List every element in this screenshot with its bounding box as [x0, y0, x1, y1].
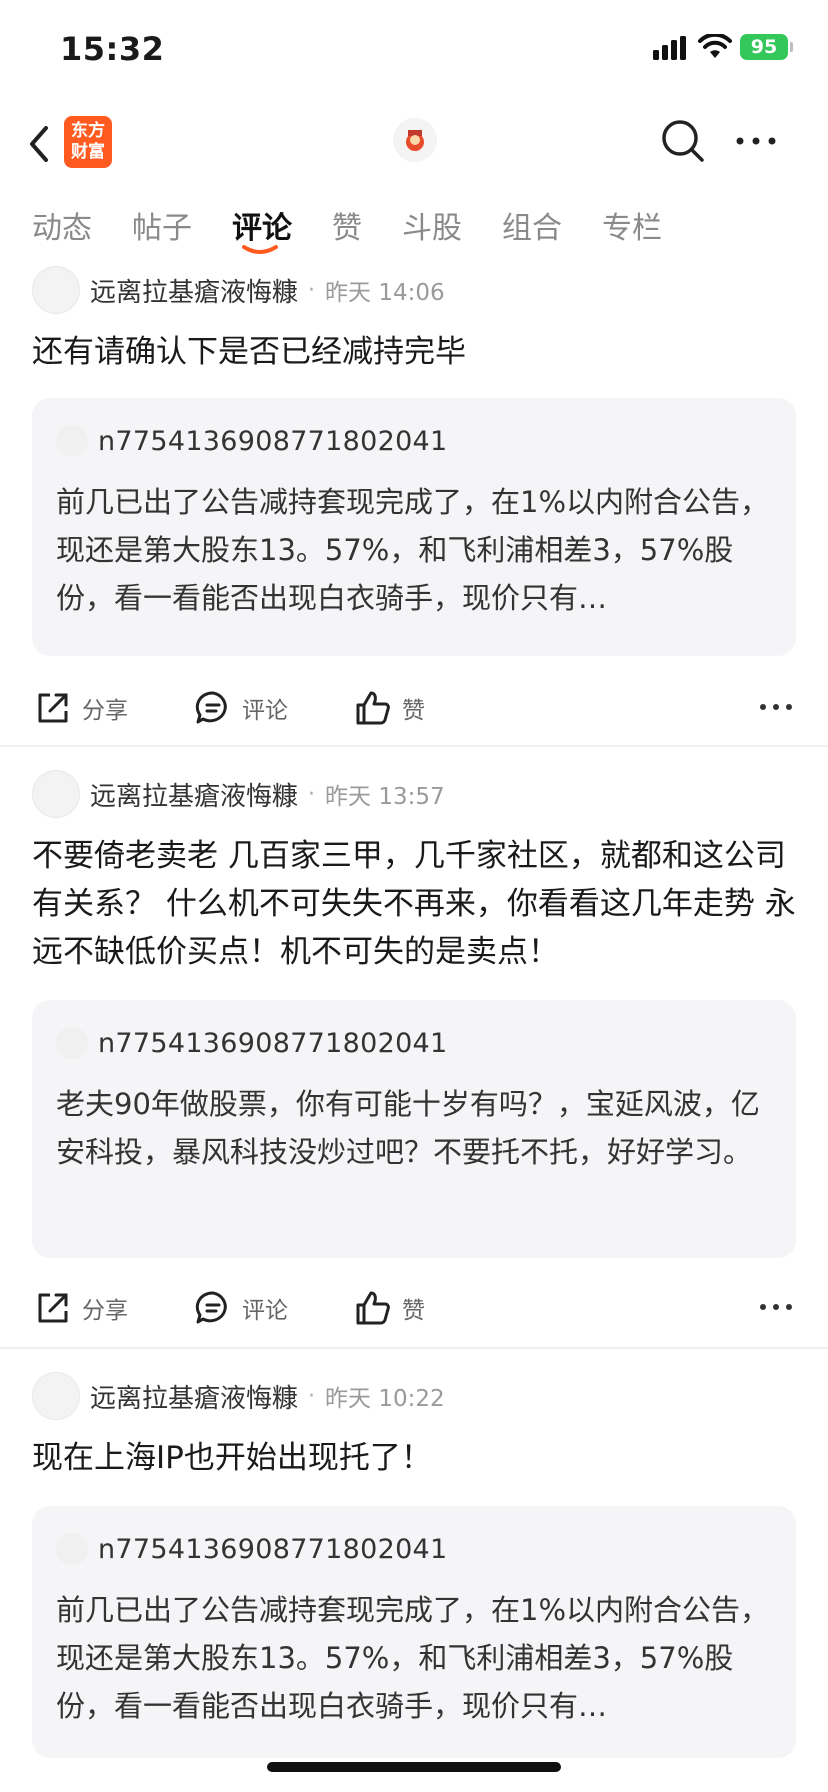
- quoted-username[interactable]: n7754136908771802041: [98, 1028, 448, 1059]
- quoted-username[interactable]: n7754136908771802041: [98, 1534, 448, 1565]
- comment-icon: [195, 691, 227, 724]
- tab-comments[interactable]: 评论: [232, 203, 292, 247]
- more-icon[interactable]: [733, 128, 779, 154]
- post-time: 昨天 10:22: [325, 1386, 445, 1412]
- comment-card: 远离拉基瘡液悔糠 · 昨天 10:22 现在上海IP也开始出现托了！ n7754…: [0, 1372, 828, 1772]
- logo-text-top: 东方: [71, 121, 105, 141]
- thumbs-up-icon: [356, 691, 390, 725]
- author-row: 远离拉基瘡液悔糠 · 昨天 10:22: [32, 1372, 792, 1420]
- quoted-avatar: [56, 1027, 88, 1059]
- nav-bar: 东方 财富: [0, 110, 828, 180]
- divider: [0, 745, 828, 747]
- comment-card: 远离拉基瘡液悔糠 · 昨天 13:57 不要倚老卖老 几百家三甲，几千家社区，就…: [0, 770, 828, 1340]
- quoted-post[interactable]: n7754136908771802041 前几已出了公告减持套现完成了，在1%以…: [32, 1506, 796, 1758]
- tab-portfolio[interactable]: 组合: [502, 203, 562, 247]
- app-logo[interactable]: 东方 财富: [64, 116, 112, 168]
- signal-icon: [653, 36, 686, 60]
- quoted-user: n7754136908771802041: [56, 1022, 448, 1064]
- profile-avatar[interactable]: [393, 118, 437, 162]
- author-row: 远离拉基瘡液悔糠 · 昨天 13:57: [32, 770, 792, 818]
- back-arrow-icon[interactable]: [24, 122, 54, 166]
- avatar[interactable]: [32, 266, 80, 314]
- author-name[interactable]: 远离拉基瘡液悔糠: [90, 776, 298, 813]
- more-options-icon[interactable]: [758, 1300, 794, 1314]
- quoted-user: n7754136908771802041: [56, 1528, 448, 1570]
- comment-text[interactable]: 现在上海IP也开始出现托了！: [32, 1434, 802, 1482]
- quoted-avatar: [56, 1533, 88, 1565]
- comment-text[interactable]: 还有请确认下是否已经减持完毕: [32, 328, 802, 376]
- share-button[interactable]: 分享: [34, 688, 128, 728]
- search-icon[interactable]: [660, 118, 706, 164]
- divider: [0, 1347, 828, 1349]
- post-time: 昨天 13:57: [325, 784, 445, 810]
- quoted-avatar: [56, 425, 88, 457]
- share-icon: [38, 1293, 68, 1323]
- comment-button[interactable]: 评论: [194, 688, 288, 728]
- comment-button[interactable]: 评论: [194, 1288, 288, 1328]
- tab-dynamics[interactable]: 动态: [32, 203, 92, 247]
- home-indicator[interactable]: [267, 1762, 561, 1772]
- like-label: 赞: [402, 1298, 425, 1324]
- separator-dot: ·: [308, 1383, 316, 1409]
- wifi-icon: [698, 34, 732, 58]
- action-bar: 分享 评论 赞: [0, 674, 828, 744]
- more-options-icon[interactable]: [758, 700, 794, 714]
- tab-likes[interactable]: 赞: [332, 203, 362, 247]
- avatar[interactable]: [32, 1372, 80, 1420]
- share-icon: [38, 693, 68, 723]
- share-button[interactable]: 分享: [34, 1288, 128, 1328]
- author-name[interactable]: 远离拉基瘡液悔糠: [90, 1378, 298, 1415]
- logo-text-bottom: 财富: [71, 142, 105, 162]
- author-name[interactable]: 远离拉基瘡液悔糠: [90, 272, 298, 309]
- share-label: 分享: [82, 1298, 128, 1324]
- battery-indicator: 95: [740, 34, 793, 60]
- like-label: 赞: [402, 698, 425, 724]
- tab-bar: 动态 帖子 评论 赞 斗股 组合 专栏: [0, 195, 828, 255]
- separator-dot: ·: [308, 781, 316, 807]
- quoted-post[interactable]: n7754136908771802041 前几已出了公告减持套现完成了，在1%以…: [32, 398, 796, 656]
- comment-text[interactable]: 不要倚老卖老 几百家三甲，几千家社区，就都和这公司有关系？ 什么机不可失失不再来…: [32, 832, 802, 976]
- author-row: 远离拉基瘡液悔糠 · 昨天 14:06: [32, 266, 792, 314]
- tab-column[interactable]: 专栏: [602, 203, 662, 247]
- comment-label: 评论: [242, 698, 288, 724]
- tab-posts[interactable]: 帖子: [132, 203, 192, 247]
- separator-dot: ·: [308, 277, 316, 303]
- avatar[interactable]: [32, 770, 80, 818]
- like-button[interactable]: 赞: [354, 1288, 425, 1328]
- quoted-post[interactable]: n7754136908771802041 老夫90年做股票，你有可能十岁有吗？，…: [32, 1000, 796, 1258]
- quoted-text: 前几已出了公告减持套现完成了，在1%以内附合公告，现还是第大股东13。57%，和…: [56, 1593, 770, 1723]
- comment-icon: [195, 1291, 227, 1324]
- quoted-text: 前几已出了公告减持套现完成了，在1%以内附合公告，现还是第大股东13。57%，和…: [56, 485, 770, 615]
- quoted-text: 老夫90年做股票，你有可能十岁有吗？，宝延风波，亿安科投，暴风科技没炒过吧？不要…: [56, 1087, 760, 1169]
- comment-label: 评论: [242, 1298, 288, 1324]
- share-label: 分享: [82, 698, 128, 724]
- tab-stock-battle[interactable]: 斗股: [402, 203, 462, 247]
- post-time: 昨天 14:06: [325, 280, 445, 306]
- quoted-username[interactable]: n7754136908771802041: [98, 426, 448, 457]
- status-bar: 15:32 95: [0, 0, 828, 100]
- like-button[interactable]: 赞: [354, 688, 425, 728]
- quoted-user: n7754136908771802041: [56, 420, 448, 462]
- action-bar: 分享 评论 赞: [0, 1274, 828, 1344]
- status-time: 15:32: [60, 30, 165, 68]
- active-tab-indicator: [242, 245, 278, 254]
- comment-card: 远离拉基瘡液悔糠 · 昨天 14:06 还有请确认下是否已经减持完毕 n7754…: [0, 266, 828, 746]
- thumbs-up-icon: [356, 1291, 390, 1325]
